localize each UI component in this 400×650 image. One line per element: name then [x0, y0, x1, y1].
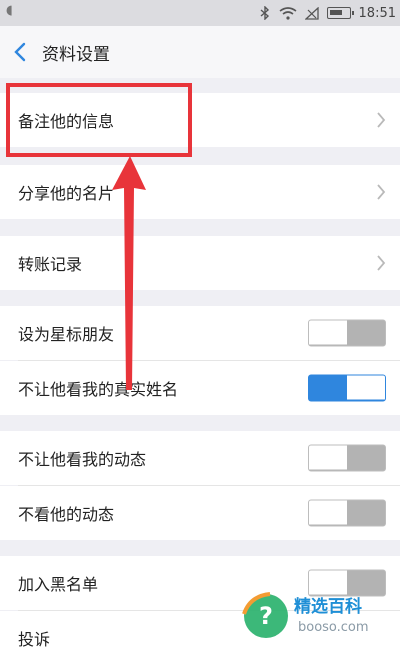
row-hide-my-moments: 不让他看我的动态 [0, 431, 400, 485]
chevron-right-icon [377, 112, 386, 128]
notification-icon: ◖ [6, 3, 13, 18]
hide-my-moments-toggle[interactable] [308, 444, 386, 472]
row-label: 转账记录 [18, 255, 83, 274]
row-transfer-records[interactable]: 转账记录 [0, 236, 400, 290]
blacklist-toggle[interactable] [308, 569, 386, 597]
row-label: 备注他的信息 [18, 112, 115, 131]
row-report[interactable]: 投诉 [0, 611, 400, 650]
chevron-right-icon [377, 184, 386, 200]
row-label: 不看他的动态 [18, 505, 115, 524]
row-label: 不让他看我的真实姓名 [18, 380, 179, 399]
row-label: 加入黑名单 [18, 575, 99, 594]
row-label: 投诉 [18, 630, 51, 649]
row-star-friend: 设为星标朋友 [0, 306, 400, 360]
hide-his-moments-toggle[interactable] [308, 499, 386, 527]
row-remark-info[interactable]: 备注他的信息 [0, 93, 400, 147]
back-button[interactable] [0, 26, 40, 78]
row-hide-real-name: 不让他看我的真实姓名 [0, 361, 400, 415]
bluetooth-icon [259, 6, 271, 20]
row-label: 分享他的名片 [18, 184, 115, 203]
signal-icon [304, 6, 319, 20]
row-blacklist: 加入黑名单 [0, 556, 400, 610]
nav-bar: 资料设置 [0, 26, 400, 78]
row-label: 设为星标朋友 [18, 325, 115, 344]
row-hide-his-moments: 不看他的动态 [0, 486, 400, 540]
chevron-left-icon [14, 42, 26, 62]
page-title: 资料设置 [42, 44, 110, 65]
chevron-right-icon [377, 255, 386, 271]
row-label: 不让他看我的动态 [18, 450, 147, 469]
status-time: 18:51 [358, 5, 396, 21]
status-icons: 18:51 [259, 0, 396, 26]
battery-icon [326, 7, 354, 19]
row-share-card[interactable]: 分享他的名片 [0, 165, 400, 219]
wifi-icon [279, 6, 297, 20]
star-friend-toggle[interactable] [308, 319, 386, 347]
status-bar: ◖ 18:51 [0, 0, 400, 26]
hide-real-name-toggle[interactable] [308, 374, 386, 402]
